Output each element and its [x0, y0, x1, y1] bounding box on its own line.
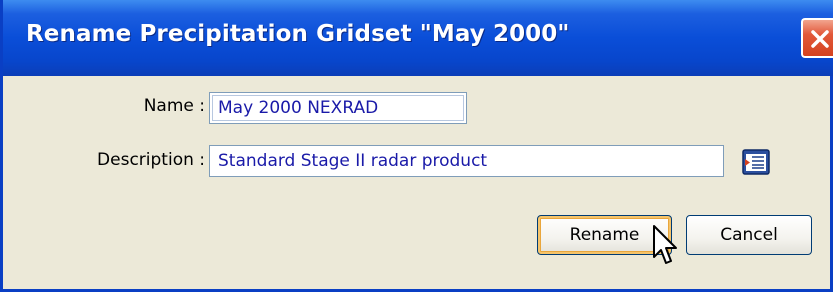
cancel-button[interactable]: Cancel	[686, 215, 812, 255]
description-field[interactable]: Standard Stage II radar product	[209, 145, 724, 177]
close-icon	[811, 30, 829, 48]
dialog-title: Rename Precipitation Gridset "May 2000"	[26, 21, 570, 47]
description-browse-button[interactable]	[740, 146, 772, 178]
name-field[interactable]: May 2000 NEXRAD	[209, 92, 467, 124]
title-bar[interactable]: Rename Precipitation Gridset "May 2000"	[3, 0, 833, 76]
description-field-value: Standard Stage II radar product	[218, 151, 488, 171]
notes-browse-icon	[742, 149, 770, 175]
description-label: Description :	[97, 150, 205, 170]
mouse-pointer-icon	[653, 225, 677, 264]
name-label: Name :	[143, 96, 205, 116]
close-button[interactable]	[801, 18, 833, 58]
name-field-value: May 2000 NEXRAD	[218, 98, 379, 118]
rename-gridset-dialog: Rename Precipitation Gridset "May 2000" …	[0, 0, 833, 292]
